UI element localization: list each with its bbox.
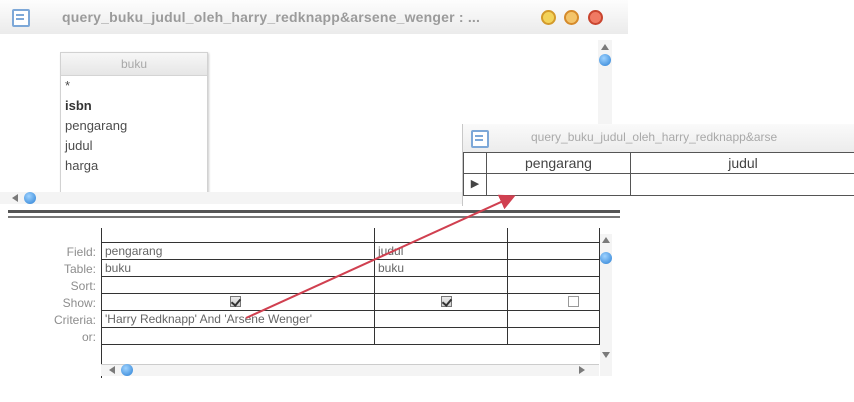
grid-vertical-scrollbar[interactable] bbox=[600, 234, 612, 376]
scroll-up-icon[interactable] bbox=[602, 237, 610, 243]
show-cell[interactable] bbox=[508, 294, 600, 311]
minimize-button[interactable] bbox=[541, 10, 556, 25]
row-label-field: Field: bbox=[66, 245, 96, 259]
show-checkbox[interactable] bbox=[441, 296, 452, 307]
pane-splitter[interactable] bbox=[8, 210, 620, 218]
close-button[interactable] bbox=[588, 10, 603, 25]
or-cell[interactable] bbox=[508, 328, 600, 345]
scroll-thumb[interactable] bbox=[599, 54, 611, 66]
title-bar: query_buku_judul_oleh_harry_redknapp&ars… bbox=[0, 0, 628, 34]
column-selector[interactable] bbox=[508, 228, 600, 243]
scroll-left-icon[interactable] bbox=[109, 366, 115, 374]
show-checkbox[interactable] bbox=[230, 296, 241, 307]
scroll-thumb[interactable] bbox=[24, 192, 36, 204]
table-cell[interactable] bbox=[508, 260, 600, 277]
scroll-thumb[interactable] bbox=[121, 364, 133, 376]
select-all-corner[interactable] bbox=[463, 152, 487, 174]
datasheet-title: query_buku_judul_oleh_harry_redknapp&ars… bbox=[531, 130, 778, 144]
row-label-or: or: bbox=[81, 330, 96, 344]
row-label-show: Show: bbox=[62, 296, 96, 310]
sort-cell[interactable] bbox=[102, 277, 375, 294]
scroll-up-icon[interactable] bbox=[601, 44, 609, 50]
record-selector[interactable]: ▶ bbox=[463, 174, 487, 196]
field-list-title[interactable]: buku bbox=[61, 53, 207, 76]
window-title: query_buku_judul_oleh_harry_redknapp&ars… bbox=[62, 9, 481, 25]
or-cell[interactable] bbox=[375, 328, 508, 345]
field-cell[interactable]: pengarang bbox=[102, 243, 375, 260]
field-list-item[interactable]: harga bbox=[61, 156, 207, 176]
field-cell[interactable]: judul bbox=[375, 243, 508, 260]
datasheet-cell[interactable] bbox=[631, 174, 854, 196]
sort-cell[interactable] bbox=[508, 277, 600, 294]
field-list-item[interactable]: pengarang bbox=[61, 116, 207, 136]
datasheet-title-bar: query_buku_judul_oleh_harry_redknapp&ars… bbox=[463, 124, 854, 152]
sort-cell[interactable] bbox=[375, 277, 508, 294]
query-window-icon bbox=[471, 130, 489, 148]
row-label-sort: Sort: bbox=[70, 279, 96, 293]
column-header[interactable]: pengarang bbox=[487, 152, 631, 174]
column-selector[interactable] bbox=[102, 228, 375, 243]
field-list-item[interactable]: judul bbox=[61, 136, 207, 156]
table-cell[interactable]: buku bbox=[102, 260, 375, 277]
field-list-buku[interactable]: buku * isbn pengarang judul harga bbox=[60, 52, 208, 196]
row-label-criteria: Criteria: bbox=[53, 313, 96, 327]
field-cell[interactable] bbox=[508, 243, 600, 260]
field-list-item[interactable]: * bbox=[61, 76, 207, 96]
show-cell[interactable] bbox=[102, 294, 375, 311]
datasheet-window: query_buku_judul_oleh_harry_redknapp&ars… bbox=[462, 124, 854, 206]
scroll-left-icon[interactable] bbox=[12, 194, 18, 202]
criteria-cell[interactable]: 'Harry Redknapp' And 'Arsene Wenger' bbox=[102, 311, 375, 328]
field-list-item[interactable]: isbn bbox=[61, 96, 207, 116]
grid-columns: pengarang buku 'Harry Redknapp' And 'Ars… bbox=[101, 228, 600, 378]
scroll-down-icon[interactable] bbox=[602, 352, 610, 358]
column-selector[interactable] bbox=[375, 228, 508, 243]
design-grid: Field: Table: Sort: Show: Criteria: or: … bbox=[0, 228, 612, 388]
grid-horizontal-scrollbar[interactable] bbox=[101, 364, 599, 376]
criteria-cell[interactable] bbox=[508, 311, 600, 328]
or-cell[interactable] bbox=[102, 328, 375, 345]
column-header[interactable]: judul bbox=[631, 152, 854, 174]
maximize-button[interactable] bbox=[564, 10, 579, 25]
datasheet-cell[interactable] bbox=[487, 174, 631, 196]
query-window-icon bbox=[12, 9, 30, 27]
row-label-table: Table: bbox=[63, 262, 96, 276]
show-cell[interactable] bbox=[375, 294, 508, 311]
scroll-right-icon[interactable] bbox=[579, 366, 585, 374]
criteria-cell[interactable] bbox=[375, 311, 508, 328]
table-cell[interactable]: buku bbox=[375, 260, 508, 277]
scroll-thumb[interactable] bbox=[600, 252, 612, 264]
show-checkbox[interactable] bbox=[568, 296, 579, 307]
datasheet-grid: pengarang judul ▶ bbox=[463, 152, 854, 198]
